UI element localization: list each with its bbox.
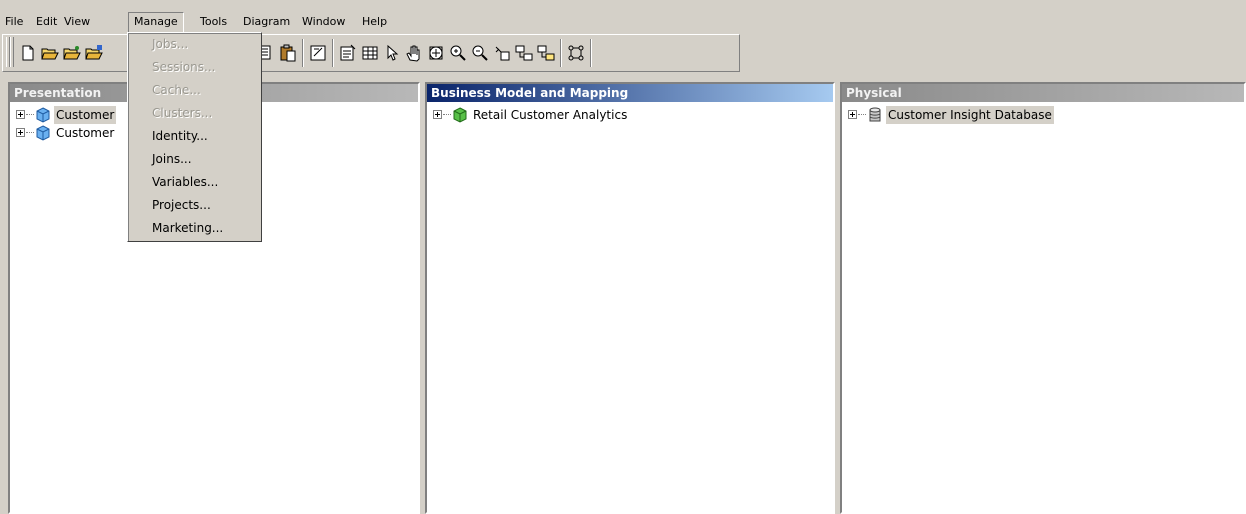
- manage-menu-dropdown: Jobs... Sessions... Cache... Clusters...…: [127, 32, 262, 242]
- menu-item-marketing[interactable]: Marketing...: [152, 219, 223, 238]
- menu-item-variables[interactable]: Variables...: [152, 173, 218, 192]
- tree-node[interactable]: Retail Customer Analytics: [433, 106, 733, 124]
- presentation-catalog-icon: [35, 125, 51, 141]
- menu-item-clusters: Clusters...: [152, 106, 213, 120]
- tree-connector: [443, 114, 451, 115]
- tree-node-label[interactable]: Customer: [54, 124, 116, 142]
- new-icon[interactable]: [19, 44, 37, 62]
- join-icon[interactable]: [515, 44, 533, 62]
- zoom-out-icon[interactable]: [471, 44, 489, 62]
- open-offline-icon[interactable]: [63, 44, 81, 62]
- menu-window[interactable]: Window: [297, 12, 350, 32]
- open-online-icon[interactable]: [85, 44, 103, 62]
- menu-diagram[interactable]: Diagram: [238, 12, 295, 32]
- expand-icon[interactable]: [848, 110, 857, 119]
- zoom-in-icon[interactable]: [449, 44, 467, 62]
- complex-join-icon[interactable]: [537, 44, 555, 62]
- menu-help[interactable]: Help: [357, 12, 392, 32]
- toolbar-grip-2[interactable]: [10, 37, 14, 67]
- menu-item-jobs: Jobs...: [152, 37, 189, 51]
- tree-connector: [858, 114, 866, 115]
- menu-item-projects[interactable]: Projects...: [152, 196, 211, 215]
- toolbar-separator-2: [302, 39, 304, 67]
- menu-file[interactable]: File: [0, 12, 28, 32]
- expand-icon[interactable]: [16, 128, 25, 137]
- menu-tools[interactable]: Tools: [195, 12, 232, 32]
- menu-item-identity[interactable]: Identity...: [152, 127, 208, 146]
- table-icon[interactable]: [361, 44, 379, 62]
- tree-node-label[interactable]: Customer: [54, 106, 117, 124]
- presentation-catalog-icon: [35, 107, 51, 123]
- tree-node[interactable]: Customer Insight Database: [848, 106, 1148, 124]
- database-icon: [867, 107, 883, 123]
- business-model-pane[interactable]: Business Model and Mapping Retail Custom…: [425, 82, 835, 514]
- select-arrow-icon[interactable]: [383, 44, 401, 62]
- menu-bar: File Edit View Manage Tools Diagram Wind…: [0, 12, 1246, 34]
- add-join-icon[interactable]: [493, 44, 511, 62]
- menu-item-sessions: Sessions...: [152, 60, 216, 74]
- zoom-fit-icon[interactable]: [427, 44, 445, 62]
- menu-edit[interactable]: Edit: [31, 12, 62, 32]
- physical-pane[interactable]: Physical Customer Insight Database: [840, 82, 1246, 514]
- tree-node-label[interactable]: Retail Customer Analytics: [471, 106, 629, 124]
- toolbar: [2, 34, 740, 72]
- physical-pane-header: Physical: [842, 84, 1244, 102]
- business-model-pane-header: Business Model and Mapping: [427, 84, 833, 102]
- properties-icon[interactable]: [339, 44, 357, 62]
- business-model-icon: [452, 107, 468, 123]
- check-in-icon[interactable]: [309, 44, 327, 62]
- paste-icon[interactable]: [279, 44, 297, 62]
- menu-manage[interactable]: Manage: [128, 12, 184, 34]
- menu-item-joins[interactable]: Joins...: [152, 150, 192, 169]
- toolbar-separator-3: [332, 39, 334, 67]
- pan-hand-icon[interactable]: [405, 44, 423, 62]
- toolbar-separator-5: [590, 39, 592, 67]
- tree-node-label[interactable]: Customer Insight Database: [886, 106, 1054, 124]
- expand-icon[interactable]: [16, 110, 25, 119]
- hierarchy-icon[interactable]: [567, 44, 585, 62]
- tree-connector: [26, 114, 34, 115]
- menu-item-cache: Cache...: [152, 83, 201, 97]
- toolbar-separator-4: [560, 39, 562, 67]
- open-icon[interactable]: [41, 44, 59, 62]
- expand-icon[interactable]: [433, 110, 442, 119]
- tree-connector: [26, 132, 34, 133]
- menu-view[interactable]: View: [59, 12, 95, 32]
